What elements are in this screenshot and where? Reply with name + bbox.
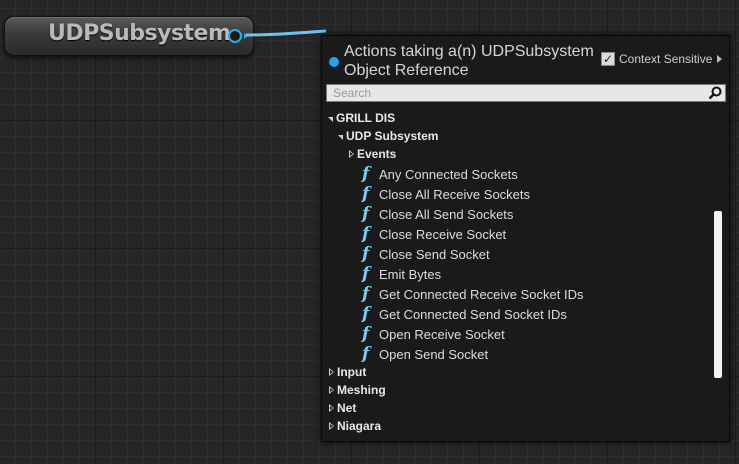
function-icon: f <box>362 304 370 324</box>
tree-category-net[interactable]: Net <box>329 399 356 417</box>
function-icon: f <box>362 164 370 184</box>
actions-menu: Actions taking a(n) UDPSubsystem Object … <box>321 35 730 442</box>
search-icon[interactable] <box>708 86 722 100</box>
list-item[interactable]: f Any Connected Sockets <box>362 165 518 183</box>
udp-subsystem-node[interactable]: UDPSubsystem <box>4 16 254 56</box>
list-item[interactable]: f Emit Bytes <box>362 265 441 283</box>
connection-wire <box>245 29 327 37</box>
list-item[interactable]: f Open Send Socket <box>362 345 488 363</box>
expanded-arrow-icon[interactable] <box>338 134 343 140</box>
function-icon: f <box>362 324 370 344</box>
category-label: UDP Subsystem <box>346 129 439 143</box>
tree-category-input[interactable]: Input <box>329 363 366 381</box>
collapsed-arrow-icon[interactable] <box>349 150 354 158</box>
tree-category-meshing[interactable]: Meshing <box>329 381 386 399</box>
action-tree: GRILL DIS UDP Subsystem Events f Any Con… <box>324 104 710 440</box>
function-label: Close All Receive Sockets <box>379 186 531 202</box>
category-label: Meshing <box>337 383 386 397</box>
list-item[interactable]: f Get Connected Receive Socket IDs <box>362 285 584 303</box>
context-sensitive-label: Context Sensitive <box>619 52 713 66</box>
category-label: Niagara <box>337 419 382 433</box>
expand-arrow-icon[interactable] <box>717 55 723 63</box>
function-icon: f <box>362 224 370 244</box>
menu-title: Actions taking a(n) UDPSubsystem Object … <box>344 42 604 80</box>
function-label: Open Send Socket <box>379 346 489 362</box>
function-label: Emit Bytes <box>379 266 442 282</box>
context-sensitive-checkbox[interactable]: ✓ <box>601 52 615 66</box>
function-label: Get Connected Receive Socket IDs <box>379 286 584 302</box>
tree-category-niagara[interactable]: Niagara <box>329 417 381 435</box>
function-label: Close Send Socket <box>379 246 490 262</box>
search-input[interactable]: Search <box>326 84 726 102</box>
function-icon: f <box>362 264 370 284</box>
search-placeholder: Search <box>333 86 372 100</box>
function-icon: f <box>362 344 370 364</box>
category-label: Events <box>357 147 397 161</box>
function-icon: f <box>362 244 370 264</box>
function-label: Get Connected Send Socket IDs <box>379 306 567 322</box>
function-label: Open Receive Socket <box>379 326 505 342</box>
tree-category-grill-dis[interactable]: GRILL DIS <box>328 109 395 127</box>
function-icon: f <box>362 284 370 304</box>
collapsed-arrow-icon[interactable] <box>329 386 334 394</box>
object-reference-dot-icon <box>329 57 339 67</box>
tree-category-udp-subsystem[interactable]: UDP Subsystem <box>338 127 438 145</box>
list-item[interactable]: f Open Receive Socket <box>362 325 505 343</box>
category-label: Net <box>337 401 357 415</box>
list-item[interactable]: f Close All Receive Sockets <box>362 185 530 203</box>
collapsed-arrow-icon[interactable] <box>329 422 334 430</box>
category-label: Input <box>337 365 367 379</box>
menu-title-line2: Object Reference <box>344 62 469 79</box>
collapsed-arrow-icon[interactable] <box>329 404 334 412</box>
collapsed-arrow-icon[interactable] <box>329 368 334 376</box>
list-item[interactable]: f Close Receive Socket <box>362 225 506 243</box>
context-sensitive-toggle[interactable]: ✓ Context Sensitive <box>601 52 723 66</box>
function-label: Close Receive Socket <box>379 226 507 242</box>
function-icon: f <box>362 204 370 224</box>
category-label: GRILL DIS <box>336 111 396 125</box>
list-item[interactable]: f Get Connected Send Socket IDs <box>362 305 567 323</box>
function-label: Close All Send Sockets <box>379 206 514 222</box>
function-icon: f <box>362 184 370 204</box>
output-pin-icon[interactable] <box>228 29 242 43</box>
menu-title-line1: Actions taking a(n) UDPSubsystem <box>344 43 594 60</box>
list-item[interactable]: f Close All Send Sockets <box>362 205 513 223</box>
expanded-arrow-icon[interactable] <box>328 116 333 122</box>
function-label: Any Connected Sockets <box>379 166 518 182</box>
tree-scrollbar[interactable] <box>714 211 722 378</box>
list-item[interactable]: f Close Send Socket <box>362 245 490 263</box>
node-title: UDPSubsystem <box>48 21 231 46</box>
tree-category-events[interactable]: Events <box>349 145 396 163</box>
